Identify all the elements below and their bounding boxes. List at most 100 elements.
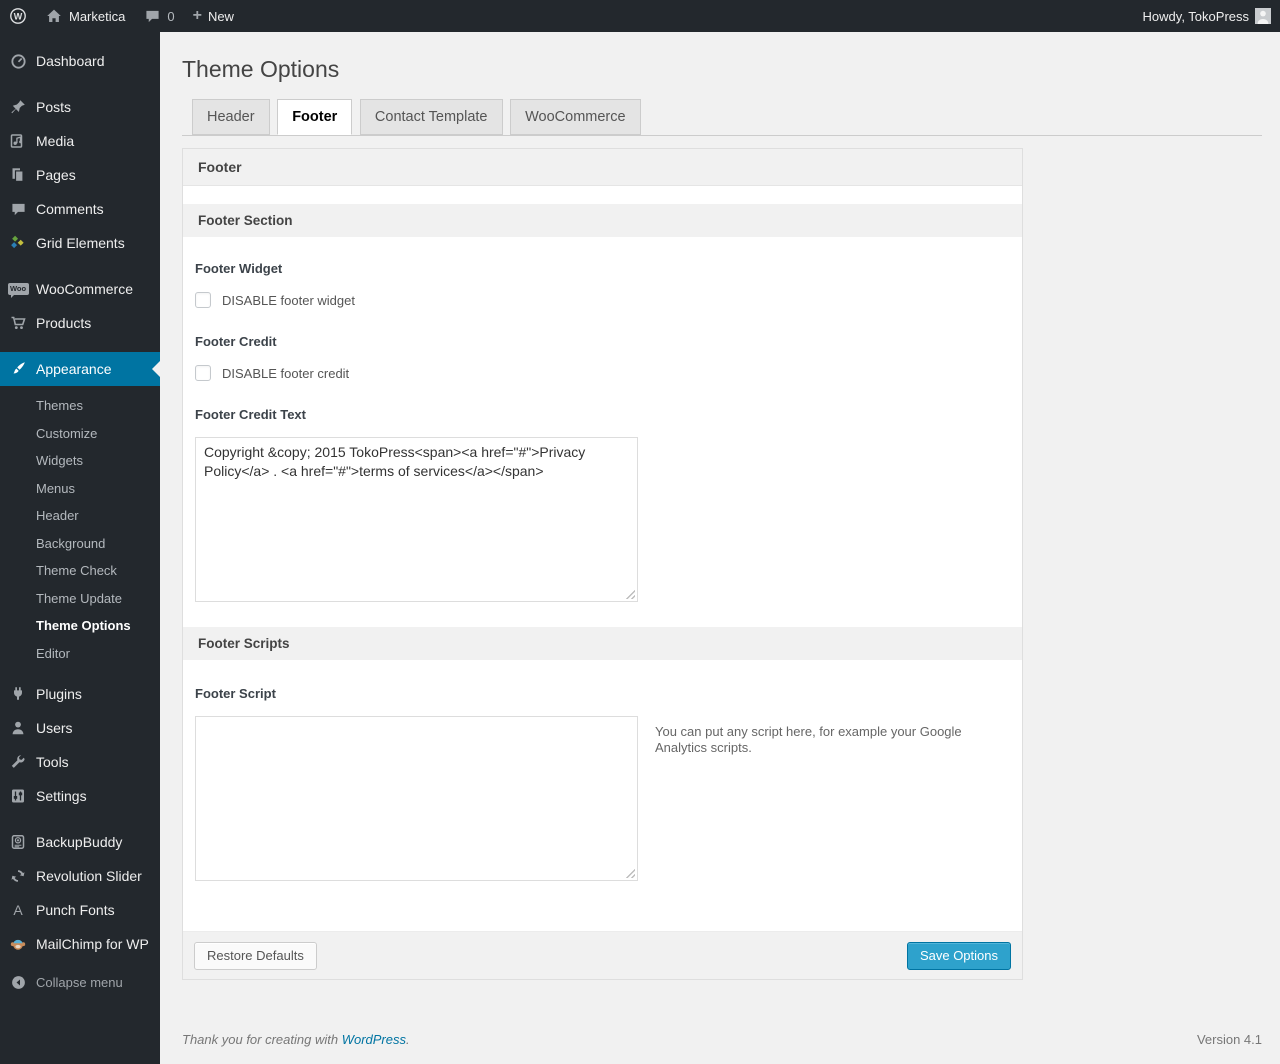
footer-credit-text-field: Copyright &copy; 2015 TokoPress<span><a … — [195, 437, 1010, 602]
sidebar-item-grid-elements[interactable]: Grid Elements — [0, 226, 160, 260]
sidebar-item-settings[interactable]: Settings — [0, 779, 160, 813]
sidebar-item-woocommerce[interactable]: Woo WooCommerce — [0, 272, 160, 306]
comment-count: 0 — [167, 8, 175, 24]
submenu-item-theme-options[interactable]: Theme Options — [0, 612, 160, 640]
disable-footer-widget-label[interactable]: DISABLE footer widget — [222, 293, 355, 308]
submenu-item-background[interactable]: Background — [0, 530, 160, 558]
collapse-menu-button[interactable]: Collapse menu — [0, 965, 160, 999]
sidebar-item-appearance[interactable]: Appearance — [0, 352, 160, 386]
disable-footer-credit-label[interactable]: DISABLE footer credit — [222, 366, 349, 381]
wordpress-logo-menu[interactable]: W — [0, 0, 36, 32]
submenu-item-menus[interactable]: Menus — [0, 475, 160, 503]
sidebar-item-pages[interactable]: Pages — [0, 158, 160, 192]
letter-a-icon: A — [13, 902, 23, 918]
sidebar-item-label: Tools — [36, 754, 69, 770]
sidebar-item-label: Users — [36, 720, 73, 736]
sidebar-item-plugins[interactable]: Plugins — [0, 677, 160, 711]
admin-bar: W Marketica 0 + New Howdy, TokoPress — [0, 0, 1280, 32]
sidebar-item-label: BackupBuddy — [36, 834, 123, 850]
sidebar-item-mailchimp[interactable]: MailChimp for WP — [0, 927, 160, 961]
my-account-menu[interactable]: Howdy, TokoPress — [1134, 0, 1280, 32]
sidebar-item-media[interactable]: Media — [0, 124, 160, 158]
footer-scripts-header: Footer Scripts — [183, 627, 1022, 660]
sidebar-item-label: Grid Elements — [36, 235, 125, 251]
plug-icon — [0, 686, 36, 702]
comment-icon — [0, 202, 36, 217]
wordpress-link[interactable]: WordPress — [342, 1032, 406, 1047]
comment-bubble-icon — [143, 7, 161, 25]
brush-icon — [0, 361, 36, 377]
tab-woocommerce[interactable]: WooCommerce — [510, 99, 641, 135]
panel-title: Footer — [183, 149, 1022, 186]
sidebar-item-label: Pages — [36, 167, 76, 183]
tab-footer[interactable]: Footer — [277, 99, 353, 135]
sidebar-item-label: Products — [36, 315, 92, 331]
submenu-item-header[interactable]: Header — [0, 502, 160, 530]
footer-widget-label: Footer Widget — [195, 261, 283, 276]
site-name-link[interactable]: Marketica — [36, 0, 134, 32]
submenu-item-widgets[interactable]: Widgets — [0, 447, 160, 475]
disable-footer-widget-checkbox[interactable] — [195, 292, 211, 308]
site-name-label: Marketica — [69, 8, 126, 24]
sidebar-item-tools[interactable]: Tools — [0, 745, 160, 779]
restore-defaults-button[interactable]: Restore Defaults — [194, 941, 317, 970]
new-content-menu[interactable]: + New — [184, 0, 243, 32]
thanks-suffix: . — [406, 1032, 410, 1047]
theme-options-panel: Footer Footer Section Footer Widget DISA… — [182, 148, 1023, 980]
cart-icon — [0, 315, 36, 331]
footer-widget-field: DISABLE footer widget — [195, 292, 1010, 308]
sidebar-item-dashboard[interactable]: Dashboard — [0, 44, 160, 78]
page-footer: Thank you for creating with WordPress. V… — [182, 1032, 1262, 1047]
footer-script-field: You can put any script here, for example… — [195, 716, 1010, 881]
plus-icon: + — [192, 7, 202, 24]
sidebar-item-comments[interactable]: Comments — [0, 192, 160, 226]
comments-shortcut[interactable]: 0 — [134, 0, 183, 32]
admin-bar-left: W Marketica 0 + New — [0, 0, 243, 32]
footer-script-hint: You can put any script here, for example… — [655, 724, 962, 755]
sidebar-item-posts[interactable]: Posts — [0, 90, 160, 124]
tab-bar: Header Footer Contact Template WooCommer… — [182, 99, 1262, 136]
page-title: Theme Options — [182, 56, 340, 82]
sidebar-item-users[interactable]: Users — [0, 711, 160, 745]
monkey-icon — [0, 936, 36, 952]
save-options-button[interactable]: Save Options — [906, 941, 1011, 970]
submenu-item-themes[interactable]: Themes — [0, 392, 160, 420]
submenu-item-editor[interactable]: Editor — [0, 640, 160, 668]
footer-credit-label: Footer Credit — [195, 334, 277, 349]
dashboard-icon — [0, 53, 36, 70]
menu-separator — [0, 340, 160, 352]
sidebar-item-products[interactable]: Products — [0, 306, 160, 340]
tab-header[interactable]: Header — [192, 99, 270, 135]
sidebar-item-label: Plugins — [36, 686, 82, 702]
pushpin-icon — [0, 99, 36, 115]
admin-sidebar: Dashboard Posts Media Pages Comments Gri… — [0, 32, 160, 1064]
footer-credit-text-textarea[interactable]: Copyright &copy; 2015 TokoPress<span><a … — [195, 437, 638, 602]
sidebar-item-label: WooCommerce — [36, 281, 133, 297]
menu-separator — [0, 813, 160, 825]
sidebar-item-revolution-slider[interactable]: Revolution Slider — [0, 859, 160, 893]
submenu-item-theme-update[interactable]: Theme Update — [0, 585, 160, 613]
sidebar-item-label: Comments — [36, 201, 104, 217]
sidebar-item-label: MailChimp for WP — [36, 936, 149, 952]
admin-bar-right: Howdy, TokoPress — [1134, 0, 1280, 32]
submenu-item-theme-check[interactable]: Theme Check — [0, 557, 160, 585]
panel-actions: Restore Defaults Save Options — [183, 931, 1022, 979]
footer-scripts-body: Footer Script You can put any script her… — [183, 686, 1022, 931]
sidebar-item-label: Appearance — [36, 361, 112, 377]
footer-script-textarea[interactable] — [195, 716, 638, 881]
tab-contact-template[interactable]: Contact Template — [359, 99, 503, 135]
avatar — [1255, 8, 1271, 24]
sidebar-item-punch-fonts[interactable]: A Punch Fonts — [0, 893, 160, 927]
menu-separator — [0, 260, 160, 272]
wordpress-logo-icon: W — [9, 7, 27, 25]
footer-section-body: Footer Widget DISABLE footer widget Foot… — [183, 261, 1022, 627]
sidebar-item-backupbuddy[interactable]: BackupBuddy — [0, 825, 160, 859]
version-label: Version 4.1 — [1196, 1032, 1262, 1047]
disable-footer-credit-checkbox[interactable] — [195, 365, 211, 381]
sidebar-item-label: Dashboard — [36, 53, 105, 69]
menu-separator — [0, 78, 160, 90]
media-icon — [0, 133, 36, 149]
footer-thanks-text: Thank you for creating with WordPress. — [182, 1032, 410, 1047]
grid-elements-icon — [0, 235, 36, 251]
submenu-item-customize[interactable]: Customize — [0, 420, 160, 448]
